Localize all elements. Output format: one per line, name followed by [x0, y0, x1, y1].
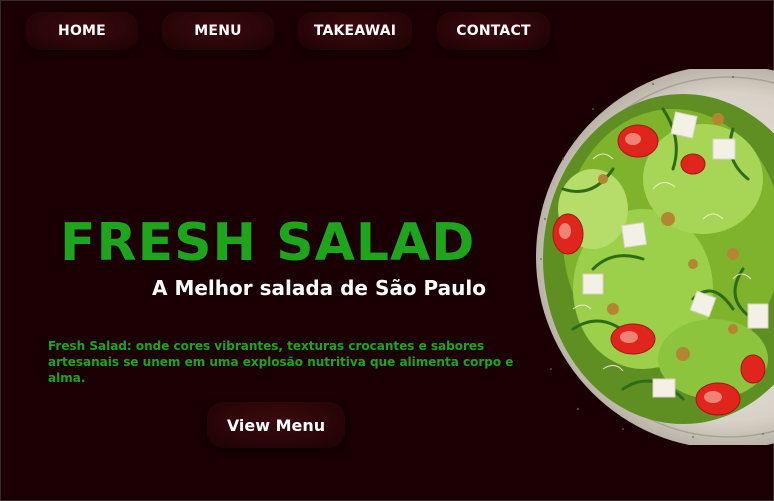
nav-home-button[interactable]: HOME: [26, 12, 138, 50]
view-menu-button[interactable]: View Menu: [207, 402, 345, 448]
salad-bowl-image: [533, 69, 774, 445]
nav-menu-button[interactable]: MENU: [162, 12, 274, 50]
nav-contact-button[interactable]: CONTACT: [437, 12, 550, 50]
hero-description: Fresh Salad: onde cores vibrantes, textu…: [48, 339, 514, 385]
hero-subtitle: A Melhor salada de São Paulo: [152, 276, 486, 300]
nav-takeaway-button[interactable]: TAKEAWAI: [298, 12, 412, 50]
hero-title: FRESH SALAD: [60, 213, 476, 273]
